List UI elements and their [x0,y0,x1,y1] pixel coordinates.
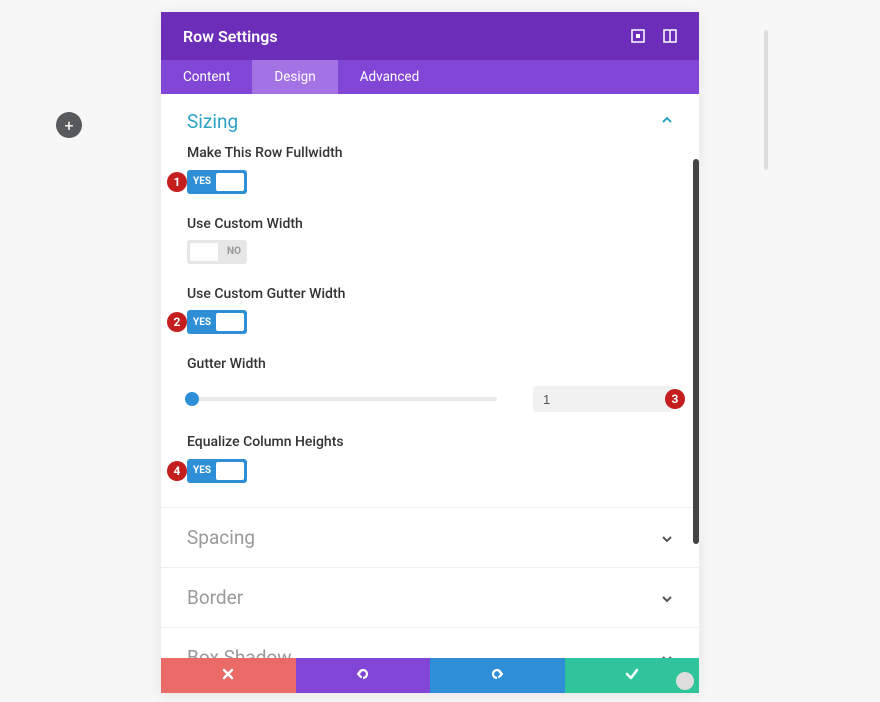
toggle-knob [190,243,218,261]
page-scrollbar[interactable] [764,30,768,170]
field-label: Equalize Column Heights [187,434,673,450]
gutter-slider-row: 3 [187,386,673,412]
tab-bar: Content Design Advanced [161,60,699,94]
toggle-knob [216,462,244,480]
section-head-spacing[interactable]: Spacing [161,507,699,567]
field-label: Make This Row Fullwidth [187,145,673,161]
toggle-fullwidth[interactable]: YES [187,170,247,194]
section-title: Sizing [187,110,238,133]
field-label: Use Custom Gutter Width [187,286,673,302]
field-fullwidth: Make This Row Fullwidth 1 YES [187,145,673,194]
field-gutter-width: Gutter Width 3 [187,356,673,412]
toggle-label: YES [193,465,211,476]
modal-title: Row Settings [183,27,278,46]
chevron-down-icon [661,589,673,605]
chevron-down-icon [661,529,673,545]
check-icon [624,666,640,686]
section-body-sizing: Make This Row Fullwidth 1 YES Use Custom… [161,141,699,507]
field-custom-gutter: Use Custom Gutter Width 2 YES [187,286,673,335]
field-equalize: Equalize Column Heights 4 YES [187,434,673,483]
chevron-down-icon [661,649,673,658]
chevron-up-icon [661,114,673,130]
toggle-knob [216,173,244,191]
gutter-width-input[interactable] [533,386,673,412]
section-head-border[interactable]: Border [161,567,699,627]
help-icon[interactable] [676,672,694,690]
toggle-custom-gutter[interactable]: YES [187,310,247,334]
panel-body: Sizing Make This Row Fullwidth 1 YES Use… [161,94,699,658]
slider-thumb[interactable] [185,392,199,406]
field-label: Use Custom Width [187,216,673,232]
annotation-badge-2: 2 [167,312,187,332]
field-label: Gutter Width [187,356,673,372]
cancel-button[interactable] [161,658,296,693]
toggle-label: YES [193,317,211,328]
close-icon [221,666,235,685]
modal-footer [161,658,699,693]
redo-button[interactable] [430,658,565,693]
tab-content[interactable]: Content [161,60,252,94]
toggle-label: YES [193,176,211,187]
expand-icon[interactable] [663,29,677,43]
modal-header: Row Settings [161,12,699,60]
undo-button[interactable] [296,658,431,693]
annotation-badge-3: 3 [665,389,685,409]
section-title: Spacing [187,526,255,549]
panel-scrollbar[interactable] [693,159,699,544]
toggle-label: NO [227,246,241,257]
annotation-badge-4: 4 [167,461,187,481]
toggle-custom-width[interactable]: NO [187,240,247,264]
undo-icon [355,666,371,686]
redo-icon [489,666,505,686]
tab-advanced[interactable]: Advanced [338,60,442,94]
toggle-equalize[interactable]: YES [187,459,247,483]
toggle-knob [216,313,244,331]
section-head-boxshadow[interactable]: Box Shadow [161,627,699,659]
gutter-slider[interactable] [187,397,497,401]
section-head-sizing[interactable]: Sizing [161,94,699,141]
section-title: Box Shadow [187,646,292,659]
tab-design[interactable]: Design [252,60,337,94]
snap-icon[interactable] [631,29,645,43]
annotation-badge-1: 1 [167,172,187,192]
field-custom-width: Use Custom Width NO [187,216,673,264]
add-section-button[interactable]: + [56,112,82,138]
section-title: Border [187,586,243,609]
header-icon-group [631,29,677,43]
row-settings-modal: Row Settings Content Design Advanced Siz… [161,12,699,693]
